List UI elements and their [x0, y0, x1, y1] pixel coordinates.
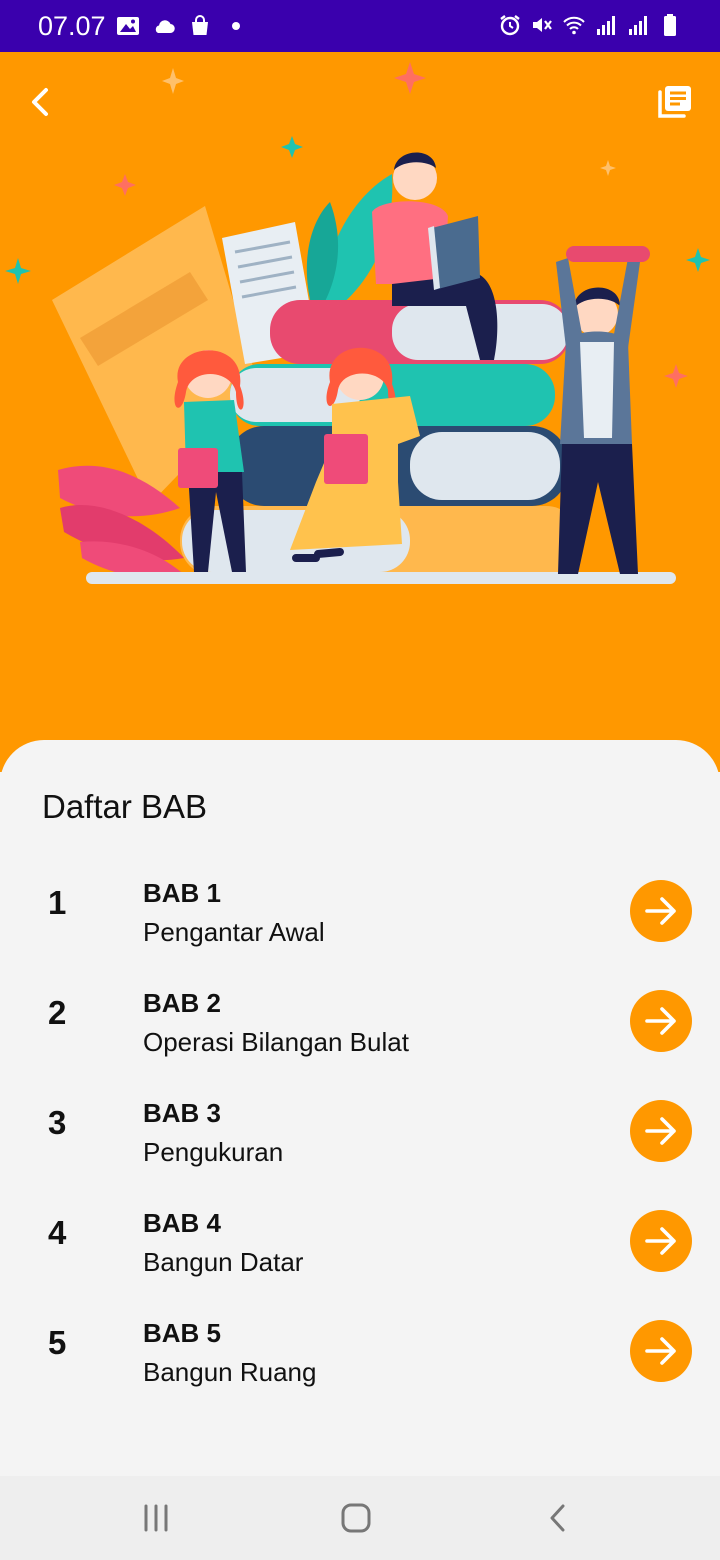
recents-icon [144, 1504, 168, 1532]
status-left-icons [116, 14, 248, 38]
signal-icon [629, 16, 647, 35]
chapter-number: 4 [48, 1214, 67, 1251]
arrow-right-icon [645, 1337, 676, 1365]
open-chapter-button[interactable] [630, 1100, 692, 1162]
chapter-list: 1 BAB 1 Pengantar Awal 2 BAB 2 Operasi B… [0, 860, 720, 1410]
chapter-name: Bangun Ruang [143, 1357, 317, 1387]
chapter-code: BAB 5 [143, 1318, 222, 1348]
open-chapter-button[interactable] [630, 880, 692, 942]
chapter-name: Pengantar Awal [143, 917, 325, 947]
home-icon [341, 1503, 371, 1533]
open-chapter-button[interactable] [630, 990, 692, 1052]
open-chapter-button[interactable] [630, 1210, 692, 1272]
nav-back-button[interactable] [536, 1496, 580, 1540]
section-title: Daftar BAB [42, 788, 208, 825]
chapter-code: BAB 1 [143, 878, 222, 908]
chapter-code: BAB 4 [143, 1208, 222, 1238]
chapter-number: 5 [48, 1324, 67, 1361]
status-time: 07.07 [38, 11, 106, 41]
library-button[interactable] [652, 80, 696, 124]
arrow-right-icon [645, 1227, 676, 1255]
alarm-icon [500, 15, 520, 36]
chapter-name: Pengukuran [143, 1137, 284, 1167]
status-bar: 07.07 [0, 0, 720, 52]
status-right-icons [498, 13, 682, 37]
chapter-name: Bangun Datar [143, 1247, 304, 1277]
image-icon [117, 17, 139, 35]
signal-icon [597, 16, 615, 35]
recents-button[interactable] [134, 1496, 178, 1540]
library-icon [658, 86, 691, 118]
chapter-number: 1 [48, 884, 67, 921]
hero-banner [0, 52, 720, 772]
chapter-number: 3 [48, 1104, 67, 1141]
bag-icon [192, 15, 208, 35]
open-chapter-button[interactable] [630, 1320, 692, 1382]
home-button[interactable] [334, 1496, 378, 1540]
chapter-item[interactable]: 5 BAB 5 Bangun Ruang [0, 1300, 720, 1410]
back-button[interactable] [20, 80, 64, 124]
chapter-name: Operasi Bilangan Bulat [143, 1027, 409, 1057]
chapter-code: BAB 2 [143, 988, 222, 1018]
chapter-item[interactable]: 4 BAB 4 Bangun Datar [0, 1190, 720, 1300]
education-illustration [5, 62, 710, 584]
chapter-code: BAB 3 [143, 1098, 222, 1128]
dot-icon [232, 22, 240, 30]
chevron-left-icon [32, 88, 48, 116]
cloud-icon [155, 20, 175, 34]
arrow-right-icon [645, 1117, 676, 1145]
chapter-sheet: Daftar BAB 1 BAB 1 Pengantar Awal 2 BAB … [0, 740, 720, 1476]
chapter-number: 2 [48, 994, 67, 1031]
wifi-icon [563, 16, 585, 35]
arrow-right-icon [645, 897, 676, 925]
battery-icon [664, 14, 676, 36]
arrow-right-icon [645, 1007, 676, 1035]
chapter-item[interactable]: 3 BAB 3 Pengukuran [0, 1080, 720, 1190]
chapter-item[interactable]: 2 BAB 2 Operasi Bilangan Bulat [0, 970, 720, 1080]
system-nav-bar [0, 1476, 720, 1560]
chapter-item[interactable]: 1 BAB 1 Pengantar Awal [0, 860, 720, 970]
back-icon [550, 1504, 565, 1532]
mute-icon [533, 18, 552, 32]
